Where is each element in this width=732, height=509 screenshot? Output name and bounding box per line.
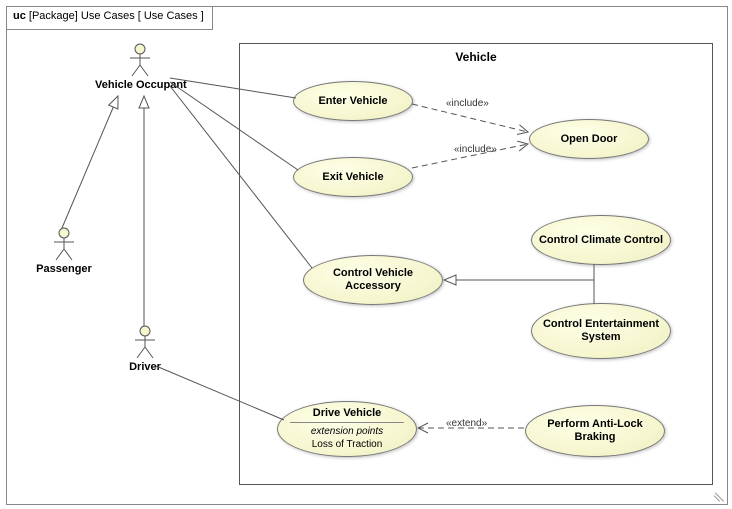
extension-points-title: extension points <box>311 425 383 438</box>
actor-passenger[interactable]: Passenger <box>29 227 99 275</box>
usecase-enter-vehicle[interactable]: Enter Vehicle <box>293 81 413 121</box>
frame-name: Use Cases <box>81 10 135 22</box>
usecase-divider <box>290 422 403 423</box>
usecase-label: Control Entertainment System <box>538 318 664 344</box>
usecase-perform-anti-lock-braking[interactable]: Perform Anti-Lock Braking <box>525 405 665 457</box>
usecase-label: Perform Anti-Lock Braking <box>532 418 658 444</box>
usecase-exit-vehicle[interactable]: Exit Vehicle <box>293 157 413 197</box>
usecase-label: Exit Vehicle <box>322 171 383 184</box>
usecase-label: Drive Vehicle <box>313 407 382 420</box>
edge-label-extend: «extend» <box>446 418 487 429</box>
usecase-label: Control Climate Control <box>539 234 663 247</box>
frame-context: [ Use Cases ] <box>138 10 204 22</box>
usecase-control-entertainment-system[interactable]: Control Entertainment System <box>531 303 671 359</box>
frame-kind: uc <box>13 10 26 22</box>
extension-point: Loss of Traction <box>312 438 383 451</box>
edge-label-include: «include» <box>446 98 489 109</box>
usecase-control-vehicle-accessory[interactable]: Control Vehicle Accessory <box>303 255 443 305</box>
actor-icon <box>125 43 155 77</box>
actor-driver[interactable]: Driver <box>115 325 175 373</box>
resize-handle-icon[interactable] <box>711 488 725 502</box>
usecase-open-door[interactable]: Open Door <box>529 119 649 159</box>
usecase-label: Open Door <box>561 133 618 146</box>
frame-kind-detail: [Package] <box>29 10 78 22</box>
diagram-frame-header: uc [Package] Use Cases [ Use Cases ] <box>7 7 213 30</box>
actor-vehicle-occupant[interactable]: Vehicle Occupant <box>95 43 185 91</box>
actor-label: Passenger <box>29 263 99 275</box>
usecase-control-climate-control[interactable]: Control Climate Control <box>531 215 671 265</box>
actor-icon <box>130 325 160 359</box>
actor-label: Driver <box>115 361 175 373</box>
subject-title: Vehicle <box>240 50 712 64</box>
usecase-label: Control Vehicle Accessory <box>310 267 436 293</box>
actor-icon <box>49 227 79 261</box>
usecase-label: Enter Vehicle <box>318 95 387 108</box>
usecase-drive-vehicle[interactable]: Drive Vehicle extension points Loss of T… <box>277 401 417 457</box>
edge-label-include: «include» <box>454 144 497 155</box>
diagram-frame: uc [Package] Use Cases [ Use Cases ] Veh… <box>6 6 728 505</box>
actor-label: Vehicle Occupant <box>95 79 185 91</box>
